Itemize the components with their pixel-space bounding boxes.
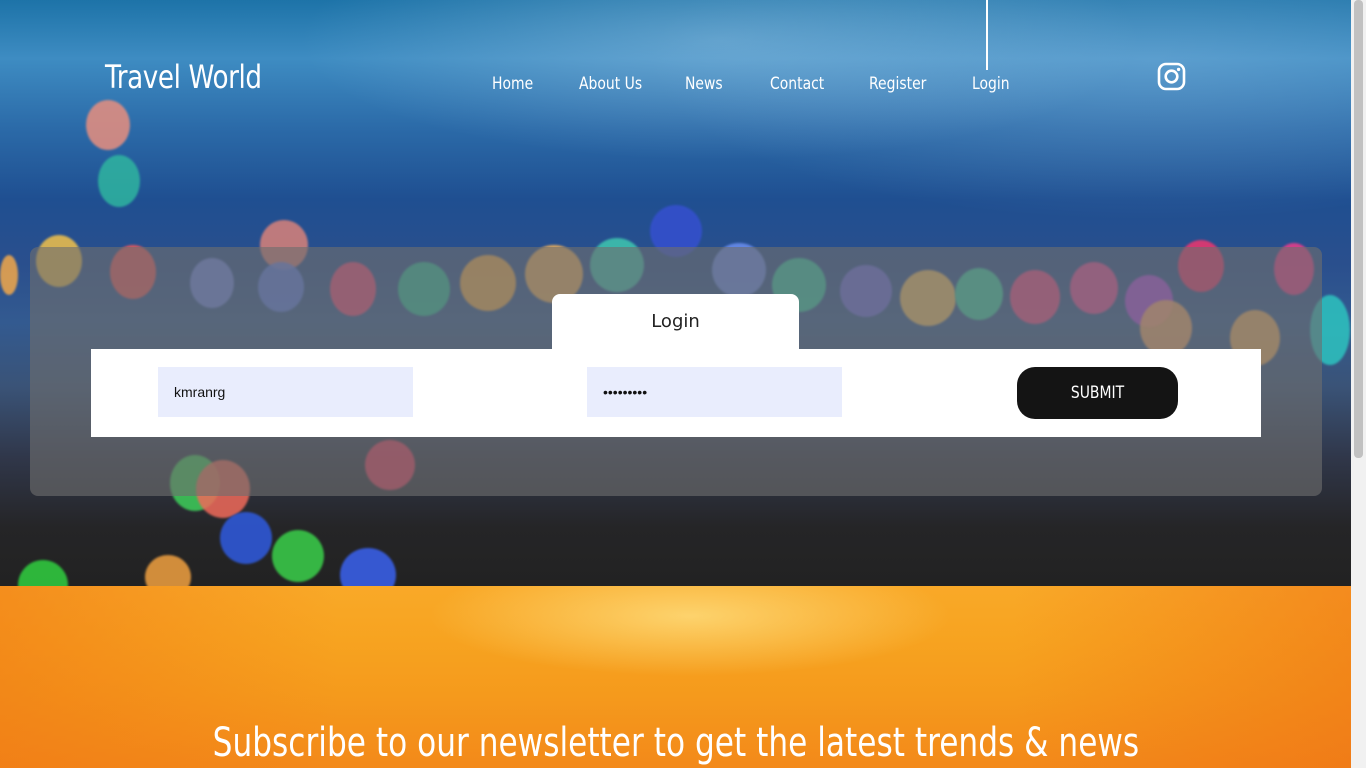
nav-news[interactable]: News [685, 74, 723, 94]
active-nav-indicator [986, 0, 988, 70]
newsletter-title: Subscribe to our newsletter to get the l… [0, 720, 1351, 766]
submit-button-label: SUBMIT [1070, 383, 1125, 403]
newsletter-title-text: Subscribe to our newsletter to get the l… [212, 720, 1139, 766]
nav-about-us[interactable]: About Us [579, 74, 642, 94]
bokeh-light [98, 155, 140, 207]
tab-login-label: Login [651, 311, 700, 332]
nav-contact[interactable]: Contact [770, 74, 824, 94]
nav-home[interactable]: Home [492, 74, 533, 94]
tab-login[interactable]: Login [552, 294, 799, 350]
brand-logo[interactable]: Travel World [105, 58, 262, 96]
bokeh-light [220, 512, 272, 564]
newsletter-section: Subscribe to our newsletter to get the l… [0, 586, 1351, 768]
site-header: Travel World Home About Us News Contact … [0, 0, 1351, 140]
submit-button[interactable]: SUBMIT [1017, 367, 1178, 419]
page-scrollbar[interactable] [1351, 0, 1366, 768]
instagram-icon[interactable] [1157, 62, 1186, 91]
bokeh-light [272, 530, 324, 582]
nav-login[interactable]: Login [972, 74, 1010, 94]
username-field[interactable] [158, 367, 413, 417]
nav-register[interactable]: Register [869, 74, 926, 94]
scrollbar-thumb[interactable] [1354, 0, 1363, 458]
password-field[interactable] [587, 367, 842, 417]
bokeh-light [0, 255, 18, 295]
